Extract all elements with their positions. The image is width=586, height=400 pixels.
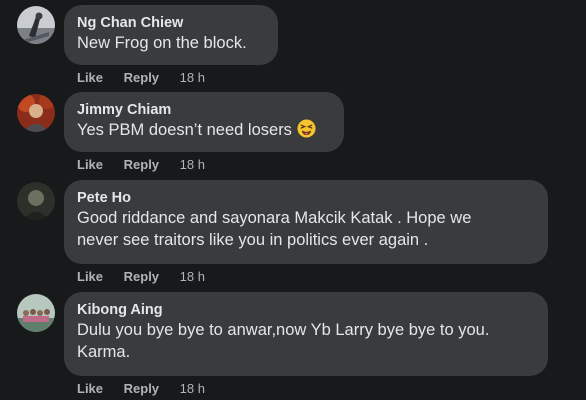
comment-author[interactable]: Ng Chan Chiew: [77, 14, 265, 32]
comment-bubble: Kibong Aing Dulu you bye bye to anwar,no…: [64, 292, 548, 376]
comment-actions: Like Reply 18 h: [77, 381, 205, 397]
like-button[interactable]: Like: [77, 269, 103, 284]
comment-actions: Like Reply 18 h: [77, 269, 205, 285]
comment-text-content: Yes PBM doesn’t need losers: [77, 121, 292, 139]
comment-text: Yes PBM doesn’t need losers: [77, 119, 331, 144]
comment-timestamp[interactable]: 18 h: [180, 381, 205, 396]
comment-actions: Like Reply 18 h: [77, 70, 205, 86]
comment-bubble: Pete Ho Good riddance and sayonara Makci…: [64, 180, 548, 264]
comment-bubble: Ng Chan Chiew New Frog on the block.: [64, 5, 278, 65]
comment-text: Good riddance and sayonara Makcik Katak …: [77, 209, 472, 249]
comment-text: New Frog on the block.: [77, 34, 247, 52]
avatar[interactable]: [17, 182, 55, 220]
like-button[interactable]: Like: [77, 70, 103, 85]
like-button[interactable]: Like: [77, 381, 103, 396]
avatar[interactable]: [17, 294, 55, 332]
comment-timestamp[interactable]: 18 h: [180, 70, 205, 85]
avatar[interactable]: [17, 6, 55, 44]
reply-button[interactable]: Reply: [124, 70, 159, 85]
comment-author[interactable]: Jimmy Chiam: [77, 101, 331, 119]
comment-actions: Like Reply 18 h: [77, 157, 205, 173]
comment-text: Dulu you bye bye to anwar,now Yb Larry b…: [77, 321, 490, 361]
comment-bubble: Jimmy Chiam Yes PBM doesn’t need losers: [64, 92, 344, 152]
reply-button[interactable]: Reply: [124, 269, 159, 284]
reply-button[interactable]: Reply: [124, 157, 159, 172]
like-button[interactable]: Like: [77, 157, 103, 172]
reply-button[interactable]: Reply: [124, 381, 159, 396]
comment-timestamp[interactable]: 18 h: [180, 269, 205, 284]
squinting-face-with-tongue-icon: [297, 119, 316, 144]
comment-timestamp[interactable]: 18 h: [180, 157, 205, 172]
comment-author[interactable]: Pete Ho: [77, 189, 535, 207]
avatar[interactable]: [17, 94, 55, 132]
comment-author[interactable]: Kibong Aing: [77, 301, 535, 319]
